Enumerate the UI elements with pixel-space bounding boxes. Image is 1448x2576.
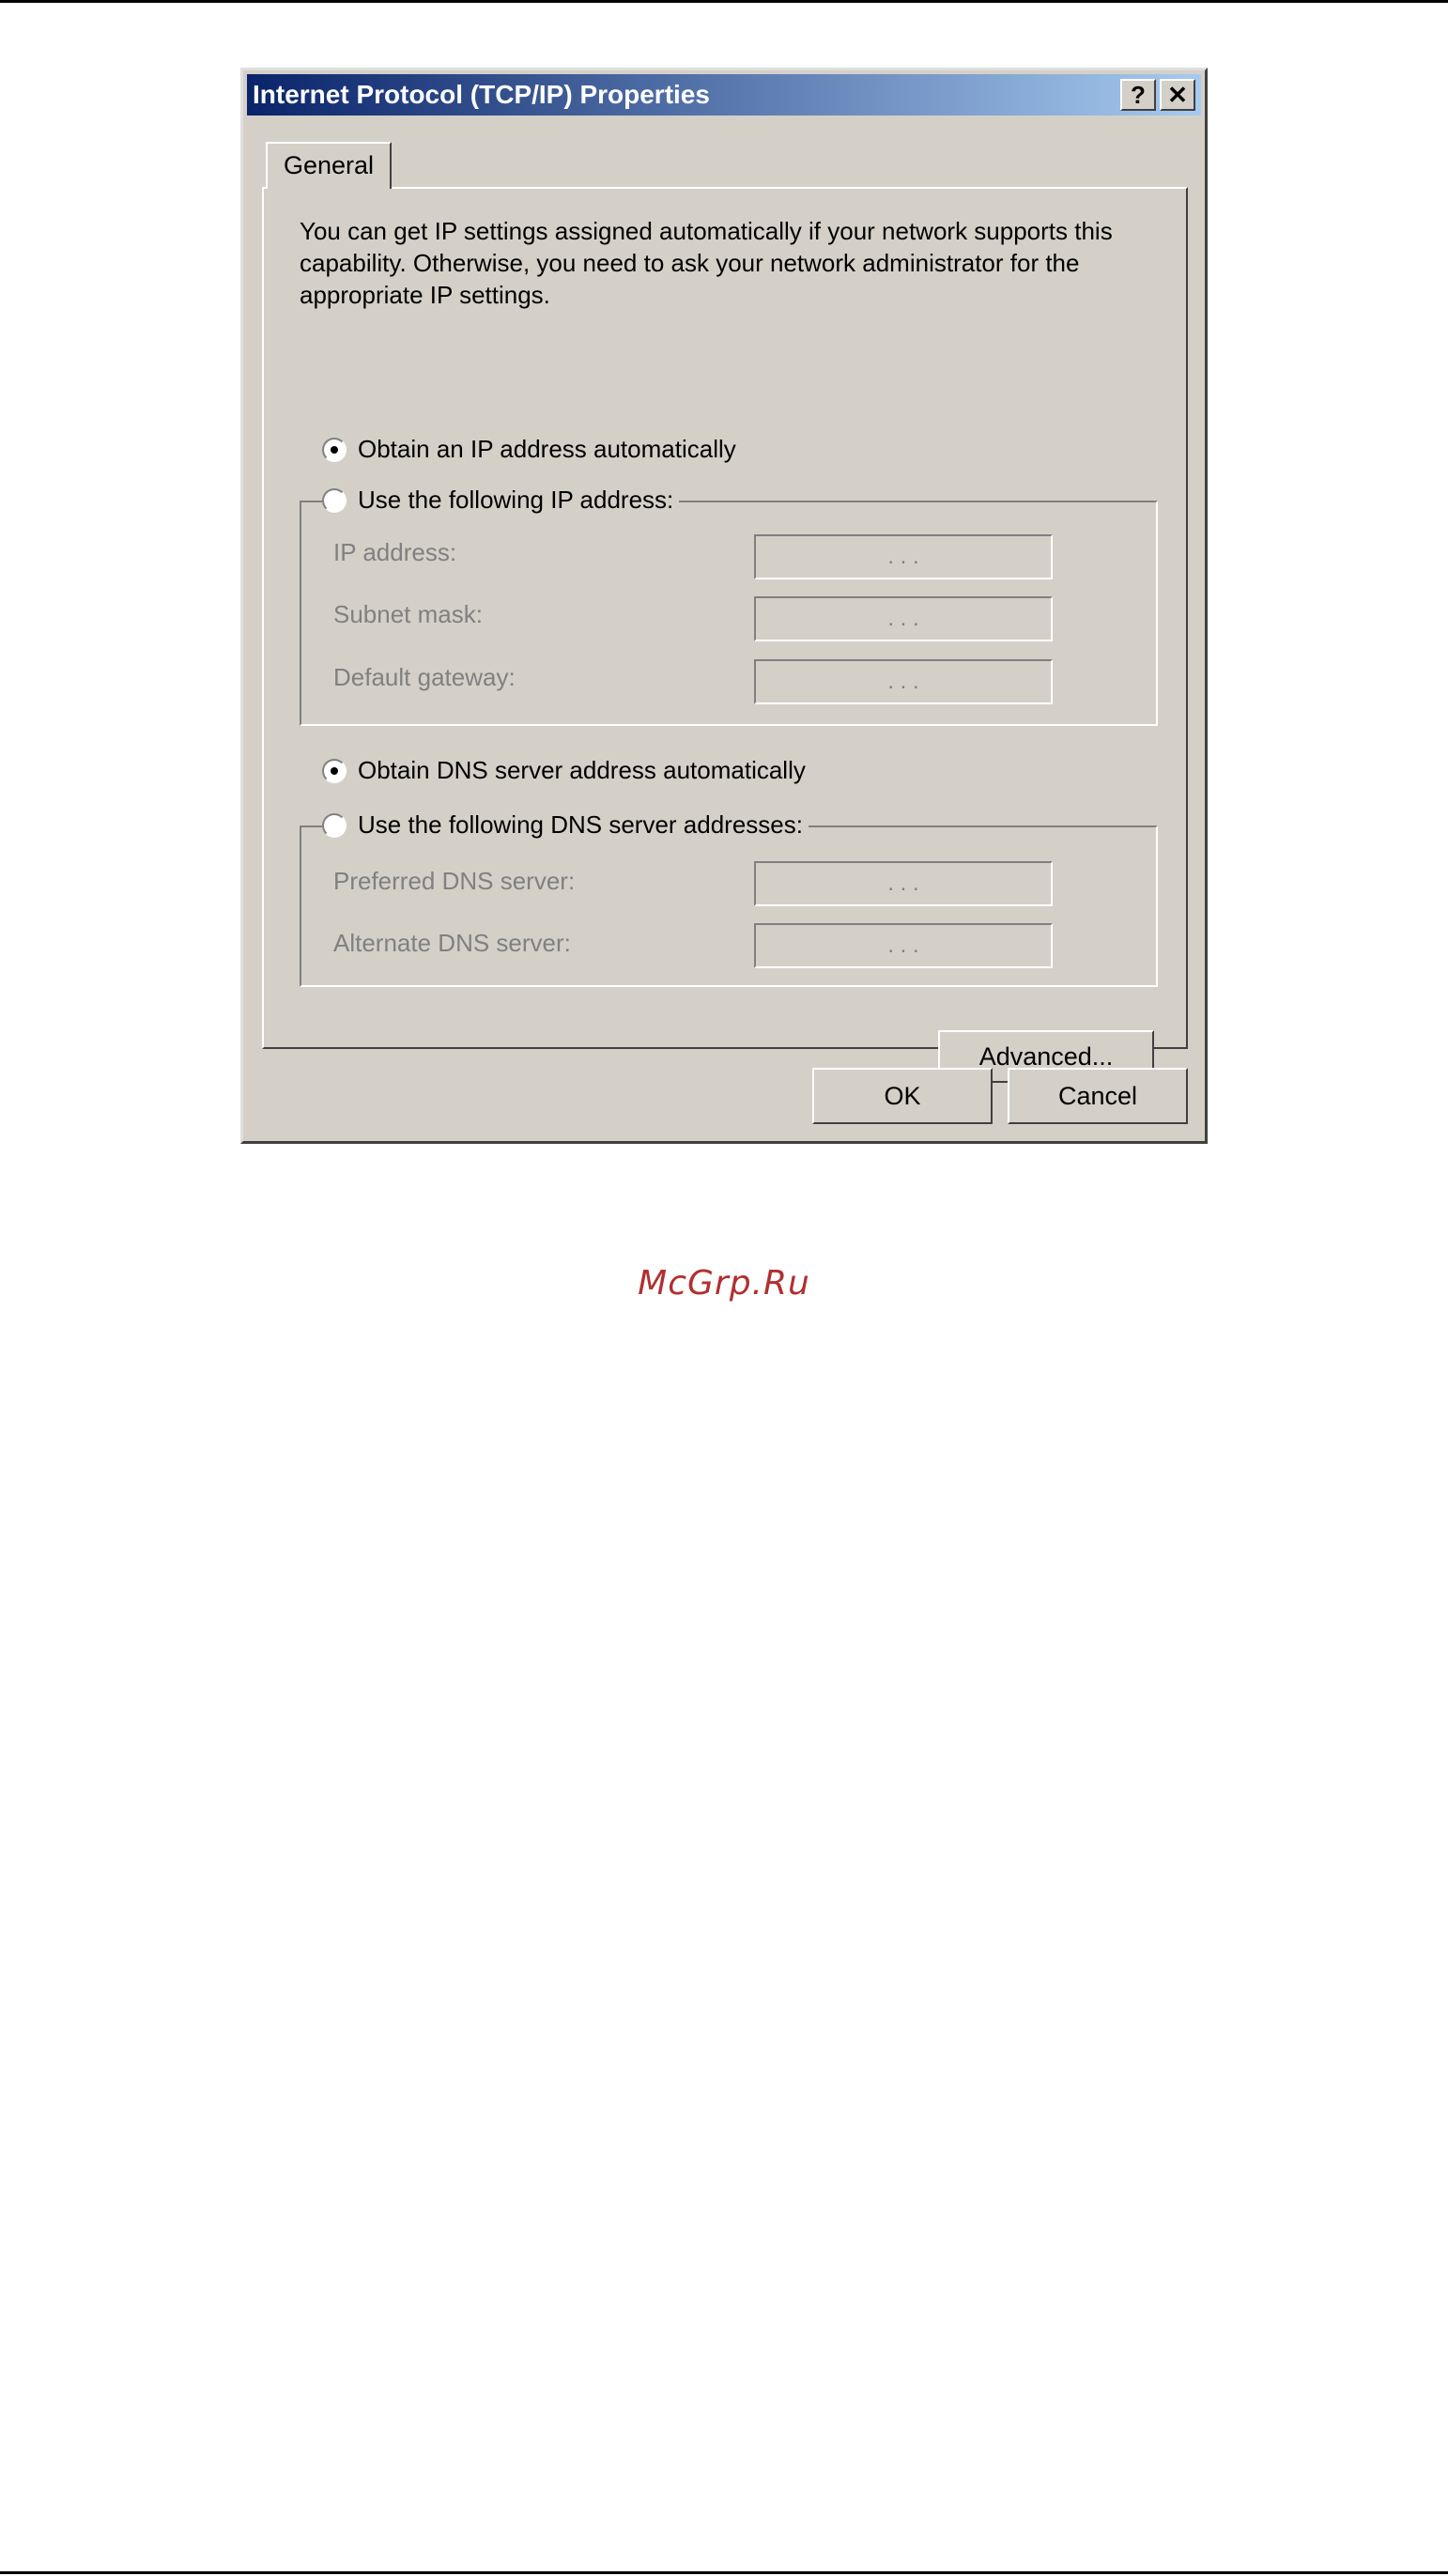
tab-general[interactable]: General: [266, 142, 392, 189]
use-following-dns-label: Use the following DNS server addresses:: [358, 810, 803, 839]
cancel-button[interactable]: Cancel: [1008, 1068, 1188, 1124]
preferred-dns-field: . . .: [754, 861, 1053, 906]
default-gateway-label: Default gateway:: [333, 663, 516, 691]
description-text: You can get IP settings assigned automat…: [300, 217, 1113, 309]
title-bar[interactable]: Internet Protocol (TCP/IP) Properties ? …: [247, 74, 1201, 116]
obtain-dns-auto-label: Obtain DNS server address automatically: [358, 756, 806, 784]
use-following-ip-label: Use the following IP address:: [358, 486, 674, 514]
general-tab-panel: You can get IP settings assigned automat…: [262, 187, 1188, 1083]
tcpip-properties-dialog: Internet Protocol (TCP/IP) Properties ? …: [240, 68, 1208, 1144]
default-gateway-value: . . .: [887, 669, 919, 694]
alternate-dns-label: Alternate DNS server:: [333, 929, 571, 957]
watermark-text: McGrp.Ru: [638, 1264, 810, 1303]
ip-address-label: IP address:: [333, 538, 457, 566]
use-following-ip-option[interactable]: Use the following IP address:: [322, 486, 680, 515]
help-button[interactable]: ?: [1120, 79, 1156, 111]
close-button[interactable]: ✕: [1160, 79, 1195, 111]
bottom-rule: [0, 2571, 1448, 2574]
obtain-ip-auto-radio[interactable]: [322, 437, 347, 462]
window-title: Internet Protocol (TCP/IP) Properties: [253, 80, 710, 109]
use-following-dns-radio[interactable]: [322, 812, 347, 838]
default-gateway-field: . . .: [754, 659, 1053, 704]
preferred-dns-label: Preferred DNS server:: [333, 867, 576, 895]
obtain-dns-auto-radio[interactable]: [322, 758, 347, 783]
ip-address-value: . . .: [887, 544, 919, 569]
subnet-mask-label: Subnet mask:: [333, 600, 483, 628]
obtain-ip-auto-label: Obtain an IP address automatically: [358, 435, 736, 463]
alternate-dns-value: . . .: [887, 933, 919, 958]
ip-address-field: . . .: [754, 534, 1053, 579]
close-icon: ✕: [1167, 81, 1188, 109]
top-rule: [0, 0, 1448, 3]
help-icon: ?: [1131, 81, 1146, 109]
preferred-dns-value: . . .: [887, 871, 919, 896]
ip-address-group: IP address: . . . Subnet mask: . . . Def…: [300, 501, 1158, 726]
ok-button[interactable]: OK: [812, 1068, 993, 1124]
obtain-dns-auto-option[interactable]: Obtain DNS server address automatically: [322, 756, 811, 785]
use-following-ip-radio[interactable]: [322, 487, 347, 513]
subnet-mask-field: . . .: [754, 596, 1053, 641]
dns-server-group: Preferred DNS server: . . . Alternate DN…: [300, 825, 1158, 987]
obtain-ip-auto-option[interactable]: Obtain an IP address automatically: [322, 435, 742, 464]
subnet-mask-value: . . .: [887, 606, 919, 631]
alternate-dns-field: . . .: [754, 923, 1053, 968]
use-following-dns-option[interactable]: Use the following DNS server addresses:: [322, 810, 809, 840]
